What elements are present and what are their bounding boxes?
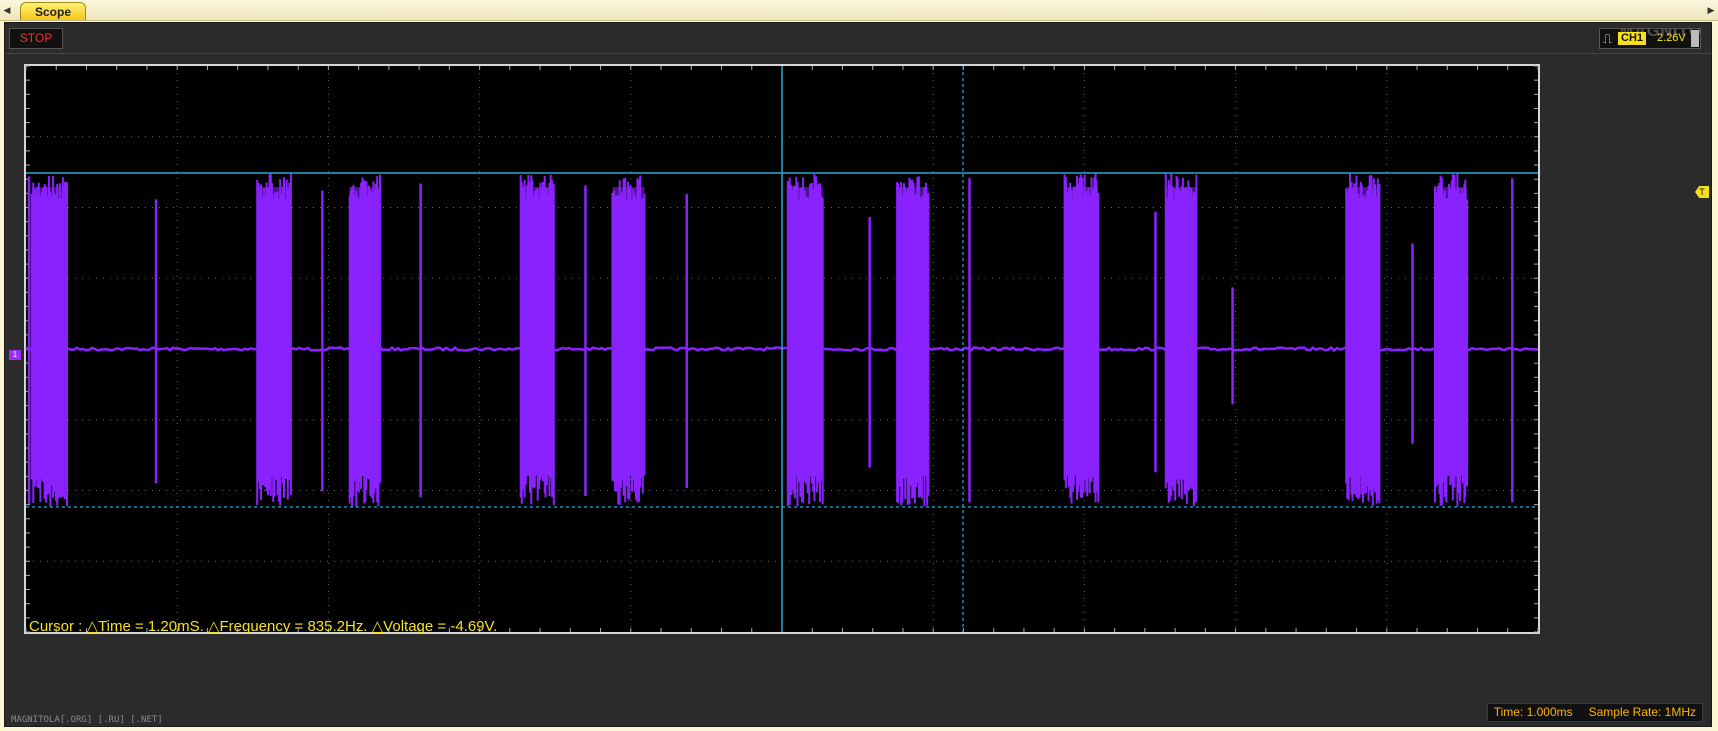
time-per-division: Time: 1.000ms [1493,705,1573,719]
trace-burst-fill [1064,187,1099,471]
sample-rate: Sample Rate: 1MHz [1588,705,1696,719]
trace-burst-fill [257,187,291,471]
trace-burst-fill [1435,187,1467,471]
scroll-right-icon[interactable]: ▶ [1704,0,1718,20]
trace-burst-fill [349,187,380,471]
trace-burst-fill [1345,187,1380,471]
tab-scope[interactable]: Scope [20,2,86,20]
scope-window: STOP MAGNITOLA ⎍ CH1 2.26V Cursor : △Tim… [4,22,1712,727]
status-bar: Time: 1.000ms Sample Rate: 1MHz [1486,703,1703,722]
trace-burst-fill [32,187,67,471]
trace-burst-fill [520,187,554,471]
trace-burst-fill [1166,187,1197,471]
scroll-left-icon[interactable]: ◀ [0,0,14,20]
cursor-readout: Cursor : △Time = 1.20mS. △Frequency = 83… [29,618,497,635]
oscilloscope-display[interactable]: Cursor : △Time = 1.20mS. △Frequency = 83… [5,23,1711,726]
channel-1-marker[interactable]: 1 [9,350,21,360]
trace-burst-fill [896,187,929,471]
trace-burst-fill [788,187,823,471]
trace-burst-fill [612,187,645,471]
tab-bar: ◀ Scope ▶ [0,0,1718,21]
bottom-watermark: MAGNITOLA[.ORG] [.RU] [.NET] [11,715,163,725]
